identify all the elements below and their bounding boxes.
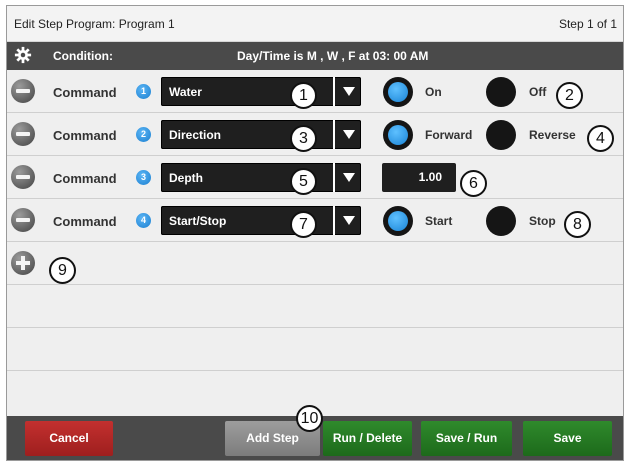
callout-2: 2 [556,82,583,109]
command-2-option-a-radio[interactable] [383,120,413,150]
command-2-option-a-label: Forward [425,128,473,142]
command-4-option-b-radio[interactable] [486,206,516,236]
remove-command-2-button[interactable] [11,122,35,146]
dropdown-arrow-icon[interactable] [333,77,361,106]
command-label: Command [53,85,117,100]
command-number-badge: 2 [136,127,151,142]
empty-row [7,285,623,328]
command-label: Command [53,128,117,143]
save-button[interactable]: Save [523,421,612,456]
save-run-button[interactable]: Save / Run [421,421,512,456]
command-4-select-value: Start/Stop [169,214,227,228]
command-number-badge: 4 [136,213,151,228]
condition-value: Day/Time is M , W , F at 03: 00 AM [237,49,429,63]
gear-icon[interactable] [14,46,32,64]
command-4-option-a-radio[interactable] [383,206,413,236]
callout-7: 7 [290,211,317,238]
command-1-select[interactable]: Water [161,77,361,106]
callout-3: 3 [290,125,317,152]
callout-9: 9 [49,257,76,284]
callout-4: 4 [587,125,614,152]
dropdown-arrow-icon[interactable] [333,206,361,235]
command-4-option-b-label: Stop [529,214,556,228]
page-title: Edit Step Program: Program 1 [14,17,175,31]
command-4-select[interactable]: Start/Stop [161,206,361,235]
command-2-option-b-label: Reverse [529,128,576,142]
condition-label: Condition: [53,49,113,63]
depth-value-input[interactable]: 1.00 [382,163,456,192]
remove-command-4-button[interactable] [11,208,35,232]
command-1-select-value: Water [169,85,202,99]
run-delete-button[interactable]: Run / Delete [323,421,412,456]
edit-step-program-window: Edit Step Program: Program 1 Step 1 of 1… [6,5,624,461]
add-command-row [7,242,623,285]
callout-8: 8 [564,211,591,238]
command-1-option-b-label: Off [529,85,547,99]
title-bar: Edit Step Program: Program 1 Step 1 of 1 [7,6,623,42]
dropdown-arrow-icon[interactable] [333,163,361,192]
dropdown-arrow-icon[interactable] [333,120,361,149]
remove-command-1-button[interactable] [11,79,35,103]
callout-1: 1 [290,82,317,109]
command-2-select-value: Direction [169,128,222,142]
command-3-select-value: Depth [169,171,203,185]
command-number-badge: 1 [136,84,151,99]
command-2-select[interactable]: Direction [161,120,361,149]
command-number-badge: 3 [136,170,151,185]
callout-5: 5 [290,168,317,195]
command-4-option-a-label: Start [425,214,453,228]
remove-command-3-button[interactable] [11,165,35,189]
command-1-option-a-label: On [425,85,442,99]
command-label: Command [53,214,117,229]
condition-bar[interactable]: Condition: Day/Time is M , W , F at 03: … [7,42,623,70]
command-1-option-b-radio[interactable] [486,77,516,107]
empty-row [7,328,623,371]
command-label: Command [53,171,117,186]
command-1-option-a-radio[interactable] [383,77,413,107]
step-indicator: Step 1 of 1 [558,17,617,31]
cancel-button[interactable]: Cancel [25,421,113,456]
callout-6: 6 [460,170,487,197]
command-3-select[interactable]: Depth [161,163,361,192]
add-command-button[interactable] [11,251,35,275]
callout-10: 10 [296,405,323,432]
command-2-option-b-radio[interactable] [486,120,516,150]
